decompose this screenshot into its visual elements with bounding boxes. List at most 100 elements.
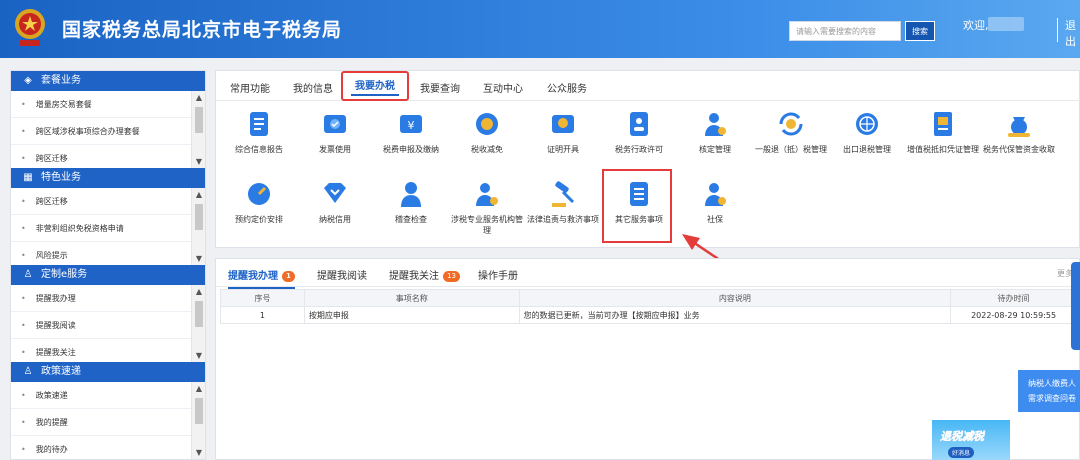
chevron-down-icon[interactable]: ▼ [192, 254, 205, 263]
site-title: 国家税务总局北京市电子税务局 [62, 19, 343, 41]
svg-text:¥: ¥ [408, 119, 415, 132]
sidebar-item[interactable]: 提醒我阅读 [11, 312, 191, 339]
sidebar-section-header[interactable]: ♙ 定制e服务 [11, 265, 205, 285]
section-title: 政策速递 [41, 366, 81, 377]
service-label: 预约定价安排 [235, 215, 283, 224]
sidebar-section-header[interactable]: ◈ 套餐业务 [11, 71, 205, 91]
export-refund-icon [856, 113, 878, 135]
service-administrative-license[interactable]: 税务行政许可 [600, 109, 678, 155]
user-icon: ♙ [23, 269, 33, 280]
service-label: 纳税信用 [319, 215, 351, 224]
pricing-icon [248, 183, 270, 205]
service-label: 证明开具 [547, 145, 579, 154]
service-assessment-management[interactable]: 核定管理 [676, 109, 754, 155]
count-badge: 1 [282, 270, 295, 282]
sidebar-item[interactable]: 增量房交易套餐 [11, 91, 191, 118]
count-badge: 13 [443, 270, 460, 282]
main-tab-bar: 常用功能 我的信息 我要办税 我要查询 互动中心 公众服务 [216, 71, 1080, 101]
service-comprehensive-report[interactable]: 综合信息报告 [220, 109, 298, 155]
sidebar-item[interactable]: 我的提醒 [11, 409, 191, 436]
scrollbar[interactable]: ▲ ▼ [191, 382, 205, 459]
scroll-thumb[interactable] [195, 398, 203, 424]
agency-icon [476, 183, 498, 206]
service-label: 综合信息报告 [235, 145, 283, 154]
scroll-thumb[interactable] [195, 107, 203, 133]
tab-public-services[interactable]: 公众服务 [543, 78, 591, 97]
service-general-refund[interactable]: 一般退（抵）税管理 [752, 109, 830, 155]
search-input[interactable]: 请输入需要搜索的内容 [789, 21, 901, 41]
column-header: 事项名称 [303, 289, 520, 307]
chevron-up-icon[interactable]: ▲ [192, 93, 205, 102]
section-title: 套餐业务 [41, 75, 81, 86]
service-label: 税收减免 [471, 145, 503, 154]
service-custody-fund[interactable]: 税务代保管资金收取 [980, 109, 1058, 155]
table-row[interactable]: 1 按期应申报 您的数据已更新，当前可办理【按期应申报】业务 2022-08-2… [220, 306, 1077, 324]
scrollbar[interactable]: ▲ ▼ [191, 91, 205, 168]
grid-icon: ▦ [23, 172, 33, 183]
sidebar-item[interactable]: 跨区域涉税事项综合办理套餐 [11, 118, 191, 145]
service-export-refund[interactable]: 出口退税管理 [828, 109, 906, 155]
service-tax-credit[interactable]: 纳税信用 [296, 179, 374, 225]
scrollbar[interactable]: ▲ ▼ [191, 188, 205, 265]
scrollbar[interactable]: ▲ ▼ [191, 285, 205, 362]
table-cell[interactable]: 按期应申报 [303, 306, 520, 324]
scroll-thumb[interactable] [195, 204, 203, 230]
service-tax-agency-management[interactable]: 涉税专业服务机构管理 [448, 179, 526, 236]
tab-user-manual[interactable]: 操作手册 [478, 267, 518, 282]
survey-line: 纳税人缴费人 [1028, 379, 1076, 388]
service-certificate-issue[interactable]: 证明开具 [524, 109, 602, 155]
service-invoice-use[interactable]: 发票使用 [296, 109, 374, 155]
tab-remind-follow[interactable]: 提醒我关注 13 [389, 267, 460, 282]
column-header: 待办时间 [950, 289, 1077, 307]
tab-tax-handling[interactable]: 我要办税 [341, 71, 409, 101]
inspection-icon [401, 182, 421, 207]
certificate-icon [552, 115, 574, 133]
scroll-thumb[interactable] [195, 301, 203, 327]
tab-my-info[interactable]: 我的信息 [289, 78, 337, 97]
sidebar-item[interactable]: 跨区迁移 [11, 188, 191, 215]
service-legal-remedy[interactable]: 法律追责与救济事项 [524, 179, 602, 225]
service-inspection[interactable]: 稽查检查 [372, 179, 450, 225]
sidebar-item[interactable]: 提醒我关注 [11, 339, 191, 362]
chevron-up-icon[interactable]: ▲ [192, 384, 205, 393]
side-help-tab[interactable] [1071, 262, 1080, 350]
chevron-down-icon[interactable]: ▼ [192, 448, 205, 457]
sidebar-item[interactable]: 跨区迁移 [11, 145, 191, 168]
promo-subtitle: 好消息 [948, 447, 975, 458]
vat-voucher-icon [934, 112, 952, 136]
tab-remind-read[interactable]: 提醒我阅读 [317, 267, 367, 282]
sidebar-section-header[interactable]: ♙ 政策速递 [11, 362, 205, 382]
sidebar-section-header[interactable]: ▦ 特色业务 [11, 168, 205, 188]
tab-common-functions[interactable]: 常用功能 [226, 78, 274, 97]
service-advance-pricing[interactable]: 预约定价安排 [220, 179, 298, 225]
column-header: 序号 [220, 289, 305, 307]
promo-banner[interactable]: 退税减税 好消息 [932, 420, 1010, 460]
sidebar-section-list: 增量房交易套餐 跨区域涉税事项综合办理套餐 跨区迁移 ▲▼ [11, 91, 205, 168]
survey-float-badge[interactable]: 纳税人缴费人 需求调查问卷 [1018, 370, 1080, 412]
search-button[interactable]: 搜索 [905, 21, 935, 41]
service-social-security[interactable]: 社保 [676, 179, 754, 225]
chevron-down-icon[interactable]: ▼ [192, 351, 205, 360]
chevron-up-icon[interactable]: ▲ [192, 190, 205, 199]
service-tax-relief[interactable]: 税收减免 [448, 109, 526, 155]
service-tax-declaration-payment[interactable]: ¥ 税费申报及缴纳 [372, 109, 450, 155]
chevron-up-icon[interactable]: ▲ [192, 287, 205, 296]
logout-link[interactable]: 退出 [1065, 17, 1080, 49]
tab-interaction-center[interactable]: 互动中心 [479, 78, 527, 97]
table-header-row: 序号 事项名称 内容说明 待办时间 [220, 289, 1077, 307]
sidebar-item[interactable]: 我的待办 [11, 436, 191, 459]
sidebar-item[interactable]: 风险提示 [11, 242, 191, 265]
sidebar-item[interactable]: 政策速递 [11, 382, 191, 409]
service-label: 稽查检查 [395, 215, 427, 224]
law-icon [552, 181, 575, 207]
chevron-down-icon[interactable]: ▼ [192, 157, 205, 166]
user-icon: ♙ [23, 366, 33, 377]
sidebar-item[interactable]: 非营利组织免税资格申请 [11, 215, 191, 242]
tab-remind-handle[interactable]: 提醒我办理 1 [228, 267, 295, 289]
service-panel: 常用功能 我的信息 我要办税 我要查询 互动中心 公众服务 综合信息报告 发票使… [215, 70, 1080, 248]
sidebar: ◈套餐业务 增量房交易套餐 跨区域涉税事项综合办理套餐 跨区迁移 ▲▼ ▦特色业… [10, 70, 206, 460]
service-vat-voucher[interactable]: 增值税抵扣凭证管理 [904, 109, 982, 155]
section-title: 定制e服务 [41, 269, 88, 280]
sidebar-item[interactable]: 提醒我办理 [11, 285, 191, 312]
tab-query[interactable]: 我要查询 [416, 78, 464, 97]
